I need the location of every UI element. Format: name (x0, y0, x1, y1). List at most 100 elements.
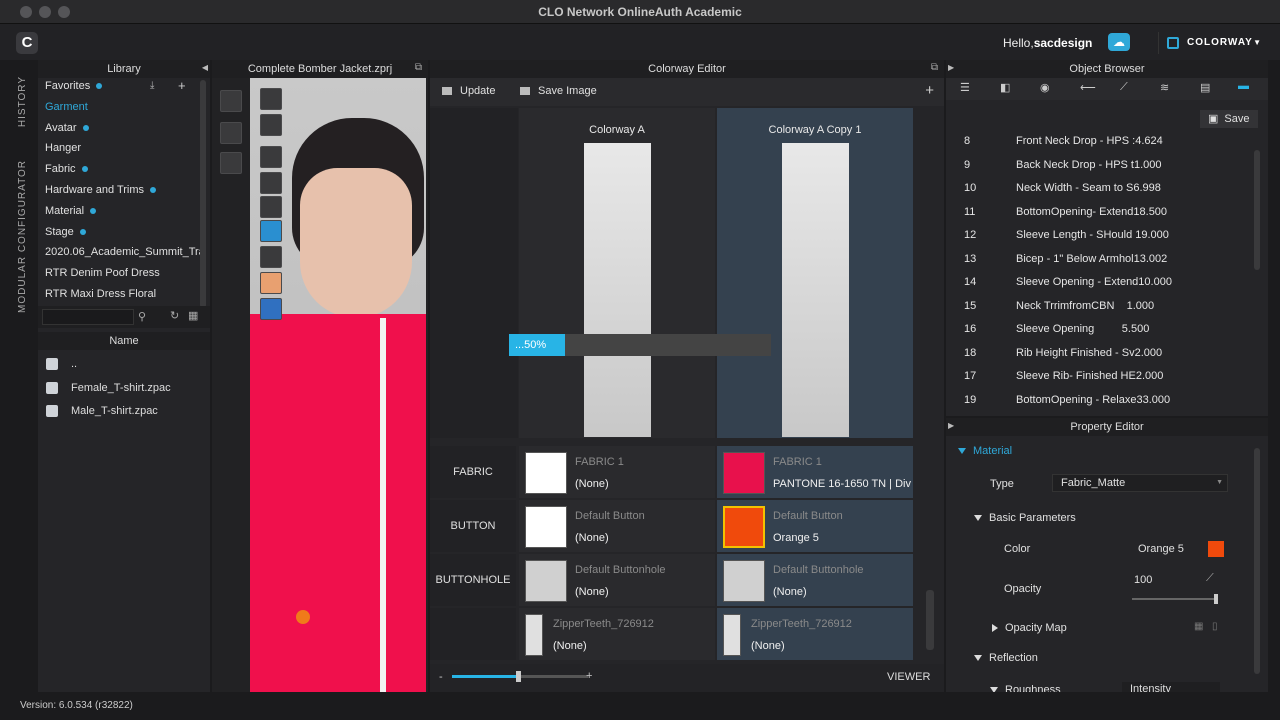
tool-brush-icon[interactable] (260, 172, 282, 194)
zipper-icon[interactable]: ≋ (1160, 81, 1169, 94)
jacket-garment[interactable] (250, 314, 426, 692)
opacity-map-toggle[interactable]: Opacity Map (992, 622, 1067, 634)
username[interactable]: sacdesign (1034, 36, 1093, 50)
roughness-select[interactable]: Intensity (1122, 682, 1220, 692)
roughness-toggle[interactable]: Roughness (990, 684, 1061, 692)
library-item[interactable]: Hardware and Trims (45, 184, 157, 196)
tool-skin-icon[interactable] (260, 272, 282, 294)
material-cell[interactable]: Default Buttonhole (None) (717, 554, 913, 606)
type-select[interactable]: Fabric_Matte ▼ (1052, 474, 1228, 492)
object-browser-scrollbar[interactable] (1254, 150, 1260, 270)
color-swatch[interactable] (525, 560, 567, 602)
opacity-slider-handle[interactable] (1214, 594, 1218, 604)
library-item[interactable]: RTR Denim Poof Dress (45, 267, 160, 279)
library-item[interactable]: Garment (45, 101, 88, 113)
color-swatch[interactable] (525, 506, 567, 548)
tool-shade-icon[interactable] (260, 246, 282, 268)
update-button[interactable]: Update (442, 85, 495, 97)
zipper-swatch[interactable] (525, 614, 543, 656)
add-colorway-icon[interactable]: + (925, 82, 934, 99)
zoom-slider-handle[interactable] (516, 671, 521, 682)
material-cell[interactable]: Default Button Orange 5 (717, 500, 913, 552)
library-item[interactable]: Avatar (45, 122, 89, 134)
delete-icon[interactable]: ▯ (1212, 621, 1218, 632)
graphic-icon[interactable]: ▤ (1200, 81, 1210, 94)
fabric-icon[interactable]: ◧ (1000, 81, 1010, 94)
clo-logo-icon[interactable]: C (16, 32, 38, 54)
tab-history[interactable]: HISTORY (17, 76, 28, 127)
library-item[interactable]: RTR Maxi Dress Floral (45, 288, 156, 300)
tool-fold-icon[interactable] (260, 146, 282, 168)
file-row[interactable]: Female_T-shirt.zpac (46, 382, 171, 394)
button-icon[interactable]: ◉ (1040, 81, 1050, 94)
basic-parameters-toggle[interactable]: Basic Parameters (974, 512, 1076, 524)
material-cell[interactable]: Default Buttonhole (None) (519, 554, 715, 606)
tool-select-icon[interactable] (220, 90, 242, 112)
file-row[interactable]: .. (46, 358, 77, 371)
measure-icon[interactable]: ▬ (1238, 80, 1249, 92)
colorway-column-a[interactable]: Colorway A (519, 108, 715, 438)
color-swatch[interactable] (723, 560, 765, 602)
library-item[interactable]: Favorites (45, 80, 103, 92)
library-item[interactable]: Stage (45, 226, 86, 238)
button-pin[interactable] (296, 610, 310, 624)
tool-move-icon[interactable] (220, 122, 242, 144)
search-icon[interactable]: ⚲ (138, 310, 146, 323)
color-swatch[interactable] (525, 452, 567, 494)
library-search-input[interactable] (42, 309, 134, 325)
reflection-toggle[interactable]: Reflection (974, 652, 1038, 664)
file-row[interactable]: Male_T-shirt.zpac (46, 405, 158, 418)
tool-avatar-icon[interactable] (260, 88, 282, 110)
property-editor-scrollbar[interactable] (1254, 448, 1260, 674)
material-cell[interactable]: Default Button (None) (519, 500, 715, 552)
colorway-mode-button[interactable]: COLORWAY ▼ (1158, 32, 1268, 54)
colorway-scrollbar[interactable] (926, 590, 934, 650)
list-icon[interactable]: ☰ (960, 81, 970, 94)
material-cell[interactable]: FABRIC 1 (None) (519, 446, 715, 498)
opacity-slider[interactable] (1132, 594, 1218, 604)
save-measure-button[interactable]: ▣ Save (1200, 110, 1258, 128)
material-cell[interactable]: ZipperTeeth_726912 (None) (519, 608, 715, 660)
material-cell[interactable]: ZipperTeeth_726912 (None) (717, 608, 913, 660)
library-item[interactable]: Hanger (45, 142, 81, 154)
download-icon[interactable]: ⤓ (150, 80, 154, 91)
popout-icon[interactable]: ⧉ (931, 62, 938, 73)
color-swatch[interactable] (723, 506, 765, 548)
eyedropper-icon[interactable]: ⟋ (1206, 572, 1214, 585)
library-scrollbar[interactable] (200, 80, 206, 308)
library-item[interactable]: Material (45, 205, 97, 217)
color-swatch[interactable] (723, 452, 765, 494)
popout-icon[interactable]: ⧉ (415, 62, 422, 73)
library-item[interactable]: Fabric (45, 163, 88, 175)
library-item[interactable]: 2020.06_Academic_Summit_Tra (45, 246, 205, 258)
color-swatch[interactable] (1208, 541, 1224, 557)
opacity-value[interactable]: 100 (1134, 574, 1152, 586)
3d-viewport[interactable] (250, 78, 426, 692)
name-column-header[interactable]: Name (38, 332, 210, 350)
zoom-slider[interactable] (452, 671, 588, 682)
line-icon[interactable]: ⟵ (1080, 81, 1096, 94)
cloud-icon[interactable]: ☁ (1108, 33, 1130, 51)
tool-fabric-icon[interactable] (260, 220, 282, 242)
tool-globe-icon[interactable] (260, 298, 282, 320)
collapse-arrow-icon[interactable]: ▶ (948, 63, 954, 72)
tab-modular-configurator[interactable]: MODULAR CONFIGURATOR (17, 160, 28, 313)
material-cell[interactable]: FABRIC 1 PANTONE 16-1650 TN | Div (717, 446, 913, 498)
add-icon[interactable]: + (178, 78, 186, 93)
collapse-arrow-icon[interactable]: ▶ (948, 421, 954, 430)
zoom-in-button[interactable]: + (586, 670, 592, 682)
tool-grid-icon[interactable] (220, 152, 242, 174)
tool-person-icon[interactable] (260, 196, 282, 218)
grid-view-icon[interactable]: ▦ (188, 309, 198, 322)
texture-grid-icon[interactable]: ▦ (1194, 621, 1203, 632)
tool-garment-icon[interactable] (260, 114, 282, 136)
zoom-out-button[interactable]: - (439, 671, 443, 683)
needle-icon[interactable]: ⟋ (1120, 81, 1128, 94)
material-section-toggle[interactable]: Material (958, 445, 1012, 457)
colorway-column-b[interactable]: Colorway A Copy 1 (717, 108, 913, 438)
zipper-swatch[interactable] (723, 614, 741, 656)
viewer-button[interactable]: VIEWER (887, 671, 930, 683)
collapse-arrow-icon[interactable]: ◀ (202, 63, 208, 72)
save-image-button[interactable]: Save Image (520, 85, 597, 97)
refresh-icon[interactable]: ↻ (170, 309, 179, 322)
